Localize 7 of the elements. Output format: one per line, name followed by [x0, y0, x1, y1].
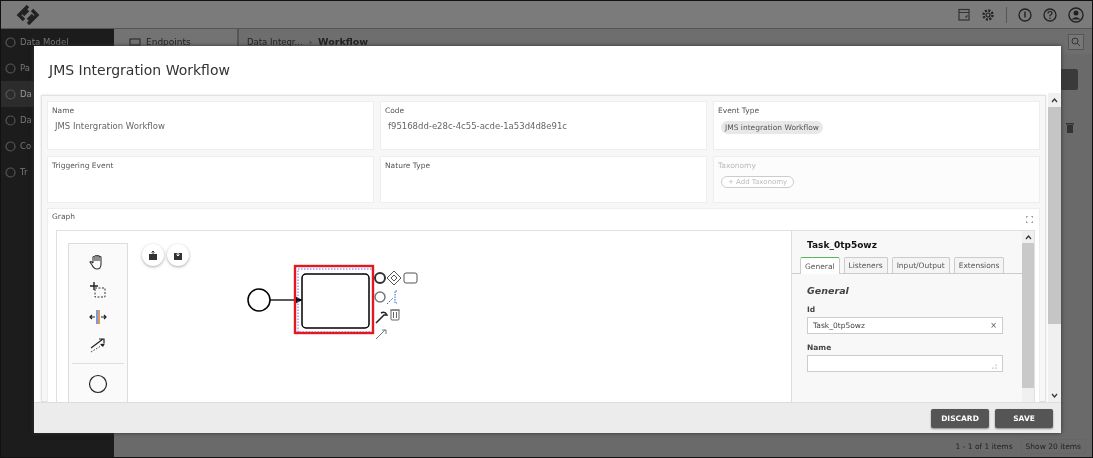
element-title: Task_0tp5owz	[806, 240, 878, 250]
breadcrumb-separator: ›	[308, 36, 313, 47]
field-value: f95168dd-e28c-4c55-acde-1a53d4d8e91c	[387, 121, 568, 131]
breadcrumb-item: Workflow	[318, 36, 369, 47]
modal-title: JMS Intergration Workflow	[49, 61, 230, 78]
section-title: General	[807, 285, 850, 296]
field-value: JMS Intergration Workflow	[53, 121, 166, 131]
